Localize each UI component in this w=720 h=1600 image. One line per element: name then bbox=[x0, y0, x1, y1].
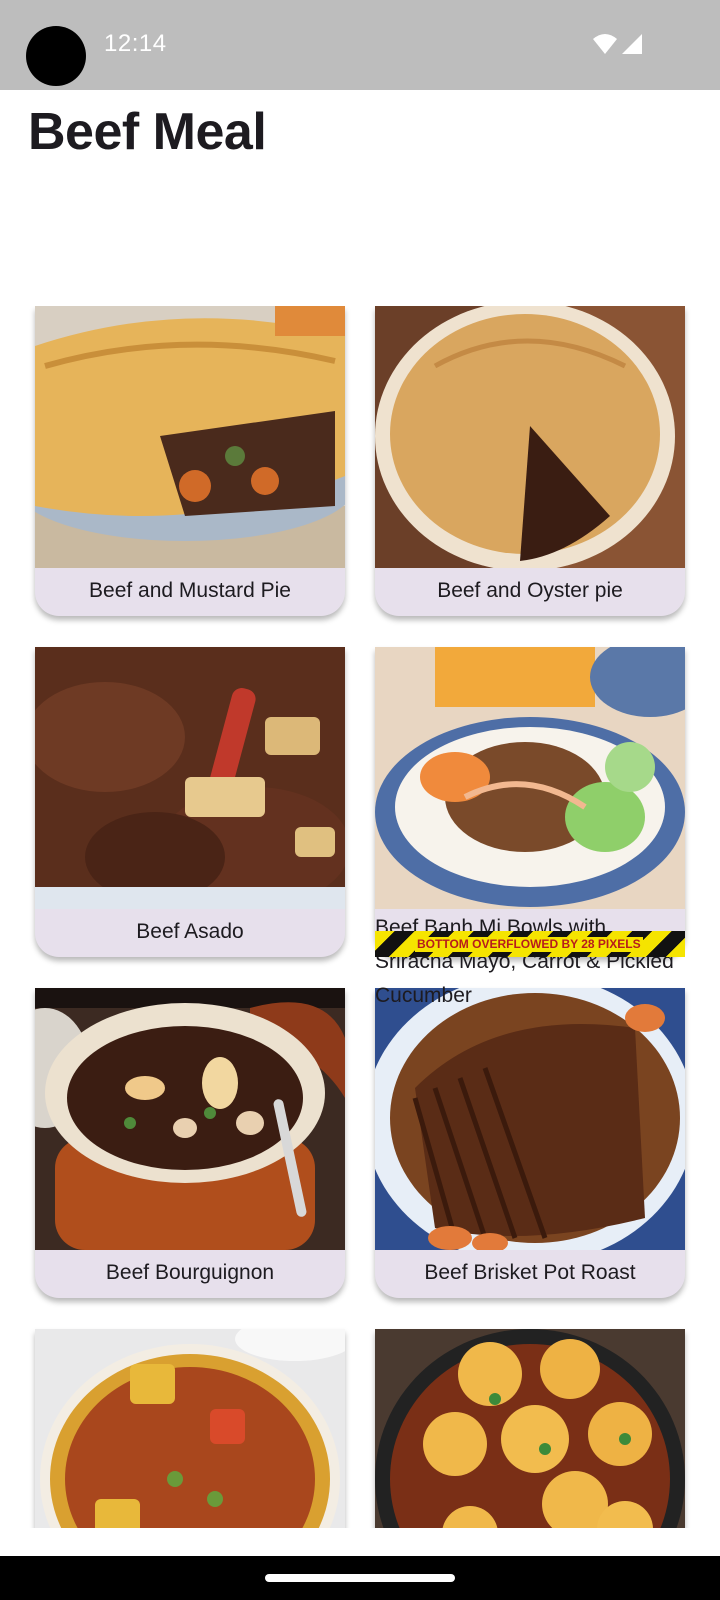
meal-image bbox=[375, 306, 685, 568]
meal-label: Beef Bourguignon bbox=[105, 1261, 275, 1284]
meal-grid[interactable]: Beef and Mustard Pie Beef and Oyster pie bbox=[0, 306, 720, 1528]
meal-image bbox=[375, 647, 685, 909]
meal-card[interactable]: Beef and Mustard Pie bbox=[35, 306, 345, 616]
wifi-icon bbox=[593, 34, 617, 54]
meal-label: Beef and Oyster pie bbox=[437, 579, 623, 602]
meal-image bbox=[35, 1329, 345, 1528]
meal-card[interactable]: Beef Bourguignon bbox=[35, 988, 345, 1298]
meal-card[interactable] bbox=[375, 1329, 685, 1528]
meal-card[interactable] bbox=[35, 1329, 345, 1528]
overflow-warning-text: BOTTOM OVERFLOWED BY 28 PIXELS bbox=[415, 937, 643, 952]
status-bar: 12:14 bbox=[0, 0, 720, 90]
meal-label: Beef Banh Mi Bowls with Sriracha Mayo, C… bbox=[375, 916, 674, 1007]
meal-label: Beef Asado bbox=[136, 920, 244, 943]
camera-cutout bbox=[26, 26, 86, 86]
meal-label: Beef Brisket Pot Roast bbox=[424, 1261, 636, 1284]
cellular-signal-icon bbox=[622, 34, 642, 54]
page-title: Beef Meal bbox=[28, 103, 267, 161]
status-time: 12:14 bbox=[104, 30, 167, 57]
meal-image bbox=[35, 306, 345, 568]
home-gesture-handle[interactable] bbox=[265, 1574, 455, 1582]
meal-image bbox=[35, 988, 345, 1250]
meal-image bbox=[375, 1329, 685, 1528]
meal-card[interactable]: Beef and Oyster pie bbox=[375, 306, 685, 616]
meal-image bbox=[375, 988, 685, 1250]
meal-card[interactable]: Beef Banh Mi Bowls with Sriracha Mayo, C… bbox=[375, 647, 685, 1007]
overflow-warning-banner: BOTTOM OVERFLOWED BY 28 PIXELS bbox=[375, 931, 685, 957]
meal-image bbox=[35, 647, 345, 909]
meal-card[interactable]: Beef Asado bbox=[35, 647, 345, 957]
meal-card[interactable]: Beef Brisket Pot Roast bbox=[375, 988, 685, 1298]
meal-label: Beef and Mustard Pie bbox=[89, 579, 291, 602]
navigation-bar bbox=[0, 1556, 720, 1600]
